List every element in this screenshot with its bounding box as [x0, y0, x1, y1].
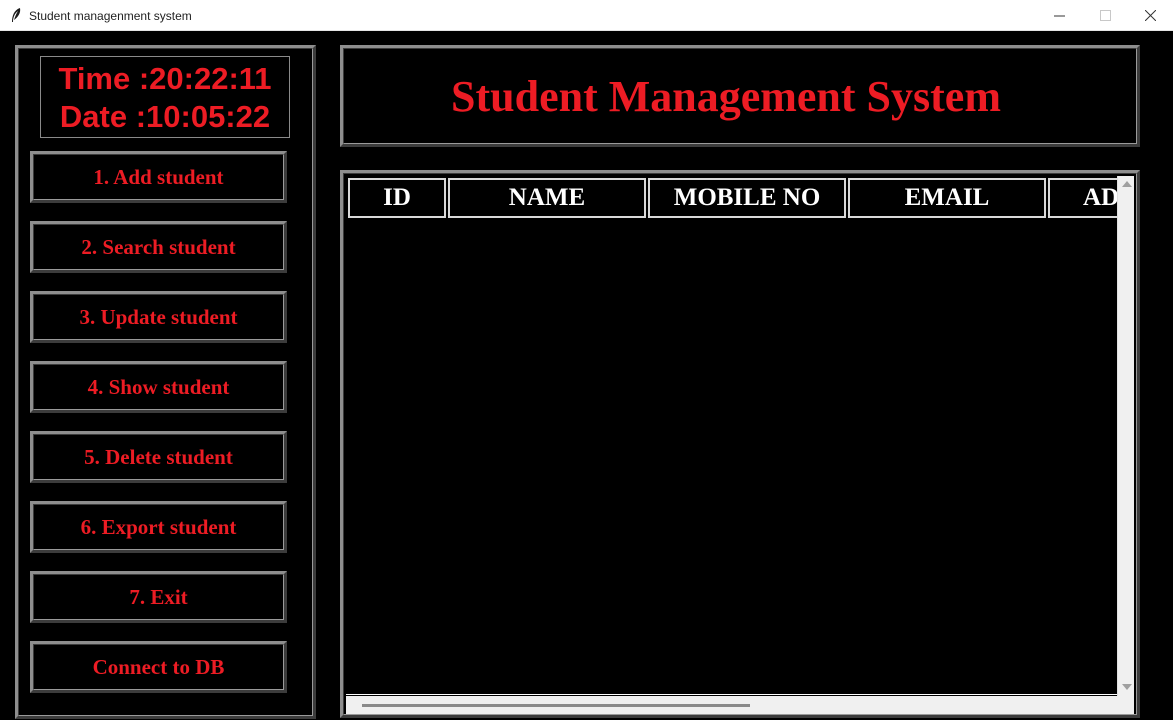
date-label: Date :10:05:22	[59, 99, 271, 134]
vertical-scrollbar[interactable]	[1117, 176, 1134, 696]
column-header-mobile[interactable]: MOBILE NO	[648, 178, 846, 218]
column-header-email[interactable]: EMAIL	[848, 178, 1046, 218]
column-header-address[interactable]: AD	[1048, 178, 1118, 218]
horizontal-scroll-thumb[interactable]	[362, 704, 750, 707]
connect-db-button[interactable]: Connect to DB	[30, 641, 287, 693]
scroll-up-icon[interactable]	[1122, 181, 1132, 187]
export-student-button[interactable]: 6. Export student	[30, 501, 287, 553]
datetime-display: Time :20:22:11 Date :10:05:22	[40, 56, 290, 138]
show-student-button[interactable]: 4. Show student	[30, 361, 287, 413]
minimize-icon	[1053, 15, 1065, 17]
close-icon	[1144, 10, 1156, 21]
exit-button[interactable]: 7. Exit	[30, 571, 287, 623]
table-bottom-border	[346, 694, 1118, 695]
update-student-button[interactable]: 3. Update student	[30, 291, 287, 343]
page-title: Student Management System	[451, 71, 1001, 121]
time-label: Time :20:22:11	[58, 61, 272, 96]
add-student-button[interactable]: 1. Add student	[30, 151, 287, 203]
feather-icon	[12, 8, 21, 22]
window-title: Student managenment system	[29, 9, 192, 23]
student-table[interactable]: ID NAME MOBILE NO EMAIL AD	[346, 176, 1118, 696]
scroll-down-icon[interactable]	[1122, 684, 1132, 690]
column-header-id[interactable]: ID	[348, 178, 446, 218]
maximize-icon	[1099, 10, 1111, 21]
horizontal-scrollbar[interactable]	[346, 696, 1134, 714]
window-titlebar: Student managenment system	[0, 0, 1173, 31]
column-header-name[interactable]: NAME	[448, 178, 646, 218]
close-button[interactable]	[1127, 0, 1173, 31]
delete-student-button[interactable]: 5. Delete student	[30, 431, 287, 483]
maximize-button[interactable]	[1082, 0, 1128, 31]
minimize-button[interactable]	[1036, 0, 1082, 31]
search-student-button[interactable]: 2. Search student	[30, 221, 287, 273]
